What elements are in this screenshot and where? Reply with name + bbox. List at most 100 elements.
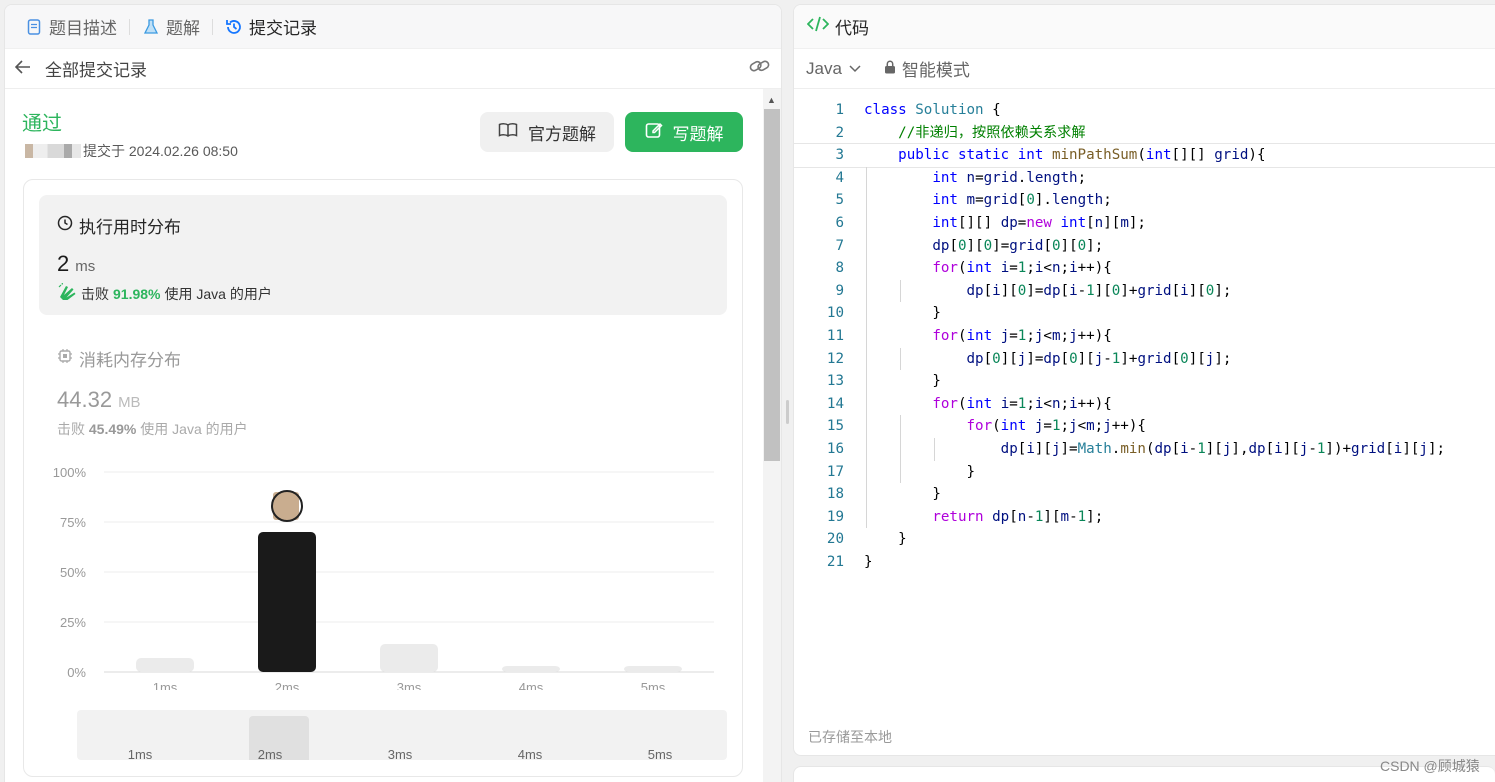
chart-range-slider[interactable]: 1ms 2ms 3ms 4ms 5ms <box>77 710 727 760</box>
line-number: 3 <box>835 147 844 164</box>
x-tick-label: 5ms <box>641 680 666 690</box>
code-line[interactable]: 10 } <box>794 302 1495 325</box>
code-text: class Solution { <box>864 102 1001 118</box>
code-line[interactable]: 14 for(int i=1;i<n;i++){ <box>794 392 1495 416</box>
code-line[interactable]: 18 } <box>794 483 1495 506</box>
runtime-distribution-chart[interactable]: 0% 25% 50% 75% 100% 1ms 2ms 3ms 4ms 5ms <box>24 450 744 690</box>
range-axis-label: 1ms <box>110 747 170 760</box>
avatar-marker <box>271 490 303 522</box>
tab-bar: 题目描述 题解 提交记录 <box>5 5 781 49</box>
code-text: } <box>864 486 941 503</box>
code-line[interactable]: 20 } <box>794 528 1495 551</box>
stats-card: 执行用时分布 2 ms 击败 91.98% 使用 Java 的用户 消耗内存分布… <box>23 179 743 777</box>
bar <box>258 532 316 672</box>
code-text: dp[0][j]=dp[0][j-1]+grid[0][j]; <box>966 350 1232 367</box>
line-number: 11 <box>826 327 844 344</box>
line-number: 9 <box>835 282 844 299</box>
code-line[interactable]: 7 dp[0][0]=grid[0][0]; <box>794 234 1495 258</box>
indent-guide <box>866 211 867 235</box>
line-number: 17 <box>826 463 844 480</box>
book-icon <box>498 122 518 143</box>
indent-guide <box>866 392 867 416</box>
indent-guide <box>866 370 867 393</box>
tab-solutions-label: 题解 <box>166 19 200 38</box>
back-arrow-icon[interactable] <box>14 59 37 79</box>
memory-section[interactable]: 消耗内存分布 44.32 MB 击败 45.49% 使用 Java 的用户 <box>57 346 248 439</box>
code-panel-title: 代码 <box>835 19 869 38</box>
line-number: 8 <box>835 260 844 277</box>
indent-guide <box>866 460 867 484</box>
line-number: 13 <box>826 373 844 390</box>
runtime-section[interactable]: 执行用时分布 2 ms 击败 91.98% 使用 Java 的用户 <box>39 195 727 315</box>
memory-beat: 击败 45.49% 使用 Java 的用户 <box>57 419 248 439</box>
panel-resize-handle[interactable] <box>786 400 789 424</box>
code-toolbar: Java 智能模式 <box>794 49 1495 89</box>
scroll-up-icon[interactable]: ▲ <box>767 95 776 105</box>
indent-guide <box>866 166 867 190</box>
line-number: 2 <box>835 124 844 141</box>
bar <box>136 658 194 672</box>
watermark: CSDN @顾城猿 <box>1380 758 1480 774</box>
line-number: 4 <box>835 169 844 186</box>
submitted-time: 提交于 2024.02.26 08:50 <box>83 143 238 159</box>
document-icon <box>25 18 43 36</box>
submission-meta: 提交于 2024.02.26 08:50 <box>25 141 238 161</box>
indent-guide <box>900 415 902 438</box>
official-solution-button[interactable]: 官方题解 <box>480 112 614 152</box>
x-tick-label: 4ms <box>519 680 544 690</box>
code-line[interactable]: 19 return dp[n-1][m-1]; <box>794 505 1495 529</box>
indent-guide <box>866 483 867 506</box>
smart-mode[interactable]: 智能模式 <box>884 56 970 81</box>
code-line[interactable]: 1 class Solution { <box>794 99 1495 122</box>
x-tick-label: 1ms <box>153 680 178 690</box>
scrollbar-thumb[interactable] <box>764 109 780 461</box>
code-line[interactable]: 9 dp[i][0]=dp[i-1][0]+grid[i][0]; <box>794 279 1495 303</box>
code-line[interactable]: 3 public static int minPathSum(int[][] g… <box>794 143 1495 168</box>
bar <box>624 666 682 672</box>
memory-unit: MB <box>118 394 141 411</box>
language-select[interactable]: Java <box>806 59 862 79</box>
code-line[interactable]: 8 for(int i=1;i<n;i++){ <box>794 257 1495 280</box>
line-number: 10 <box>826 305 844 322</box>
memory-title: 消耗内存分布 <box>79 351 181 370</box>
write-solution-label: 写题解 <box>672 124 724 144</box>
code-line[interactable]: 2 //非递归，按照依赖关系求解 <box>794 122 1495 145</box>
submission-panel: 题目描述 题解 提交记录 全部提交记录 通过 提交于 2024.02.26 08… <box>4 4 782 782</box>
code-line[interactable]: 13 } <box>794 370 1495 393</box>
x-tick-label: 2ms <box>275 680 300 690</box>
memory-beat-percent: 45.49% <box>88 421 137 437</box>
code-text: int m=grid[0].length; <box>932 192 1112 209</box>
range-axis-label: 4ms <box>500 747 560 760</box>
line-number: 18 <box>826 486 844 503</box>
code-line[interactable]: 5 int m=grid[0].length; <box>794 189 1495 212</box>
tab-submissions[interactable]: 提交记录 <box>219 14 323 39</box>
code-text: for(int j=1;j<m;j++){ <box>966 418 1146 435</box>
official-solution-label: 官方题解 <box>528 124 596 144</box>
code-line[interactable]: 16 dp[i][j]=Math.min(dp[i-1][j],dp[i][j-… <box>794 437 1495 461</box>
tab-solutions[interactable]: 题解 <box>136 14 206 39</box>
link-icon[interactable] <box>749 58 771 79</box>
tab-description[interactable]: 题目描述 <box>19 14 123 39</box>
language-value: Java <box>806 58 842 78</box>
y-tick-label: 100% <box>53 465 87 480</box>
code-line[interactable]: 17 } <box>794 460 1495 484</box>
write-solution-button[interactable]: 写题解 <box>625 112 743 152</box>
code-text: } <box>864 553 873 570</box>
code-editor[interactable]: 1 class Solution {2 //非递归，按照依赖关系求解 3 publi… <box>794 99 1495 573</box>
code-line[interactable]: 6 int[][] dp=new int[n][m]; <box>794 211 1495 235</box>
chevron-down-icon <box>848 59 862 79</box>
avatar <box>25 144 81 158</box>
code-line[interactable]: 21} <box>794 551 1495 574</box>
code-line[interactable]: 11 for(int j=1;j<m;j++){ <box>794 324 1495 348</box>
bar <box>502 666 560 672</box>
code-line[interactable]: 12 dp[0][j]=dp[0][j-1]+grid[0][j]; <box>794 347 1495 371</box>
vertical-scrollbar[interactable]: ▲ <box>763 89 781 782</box>
code-line[interactable]: 4 int n=grid.length; <box>794 166 1495 190</box>
code-text: for(int i=1;i<n;i++){ <box>932 395 1112 412</box>
line-number: 6 <box>835 214 844 231</box>
memory-beat-suffix: 使用 Java 的用户 <box>140 421 248 437</box>
code-text: } <box>864 531 907 548</box>
runtime-beat-prefix: 击败 <box>81 285 109 302</box>
code-line[interactable]: 15 for(int j=1;j<m;j++){ <box>794 415 1495 438</box>
mode-label: 智能模式 <box>901 61 970 80</box>
